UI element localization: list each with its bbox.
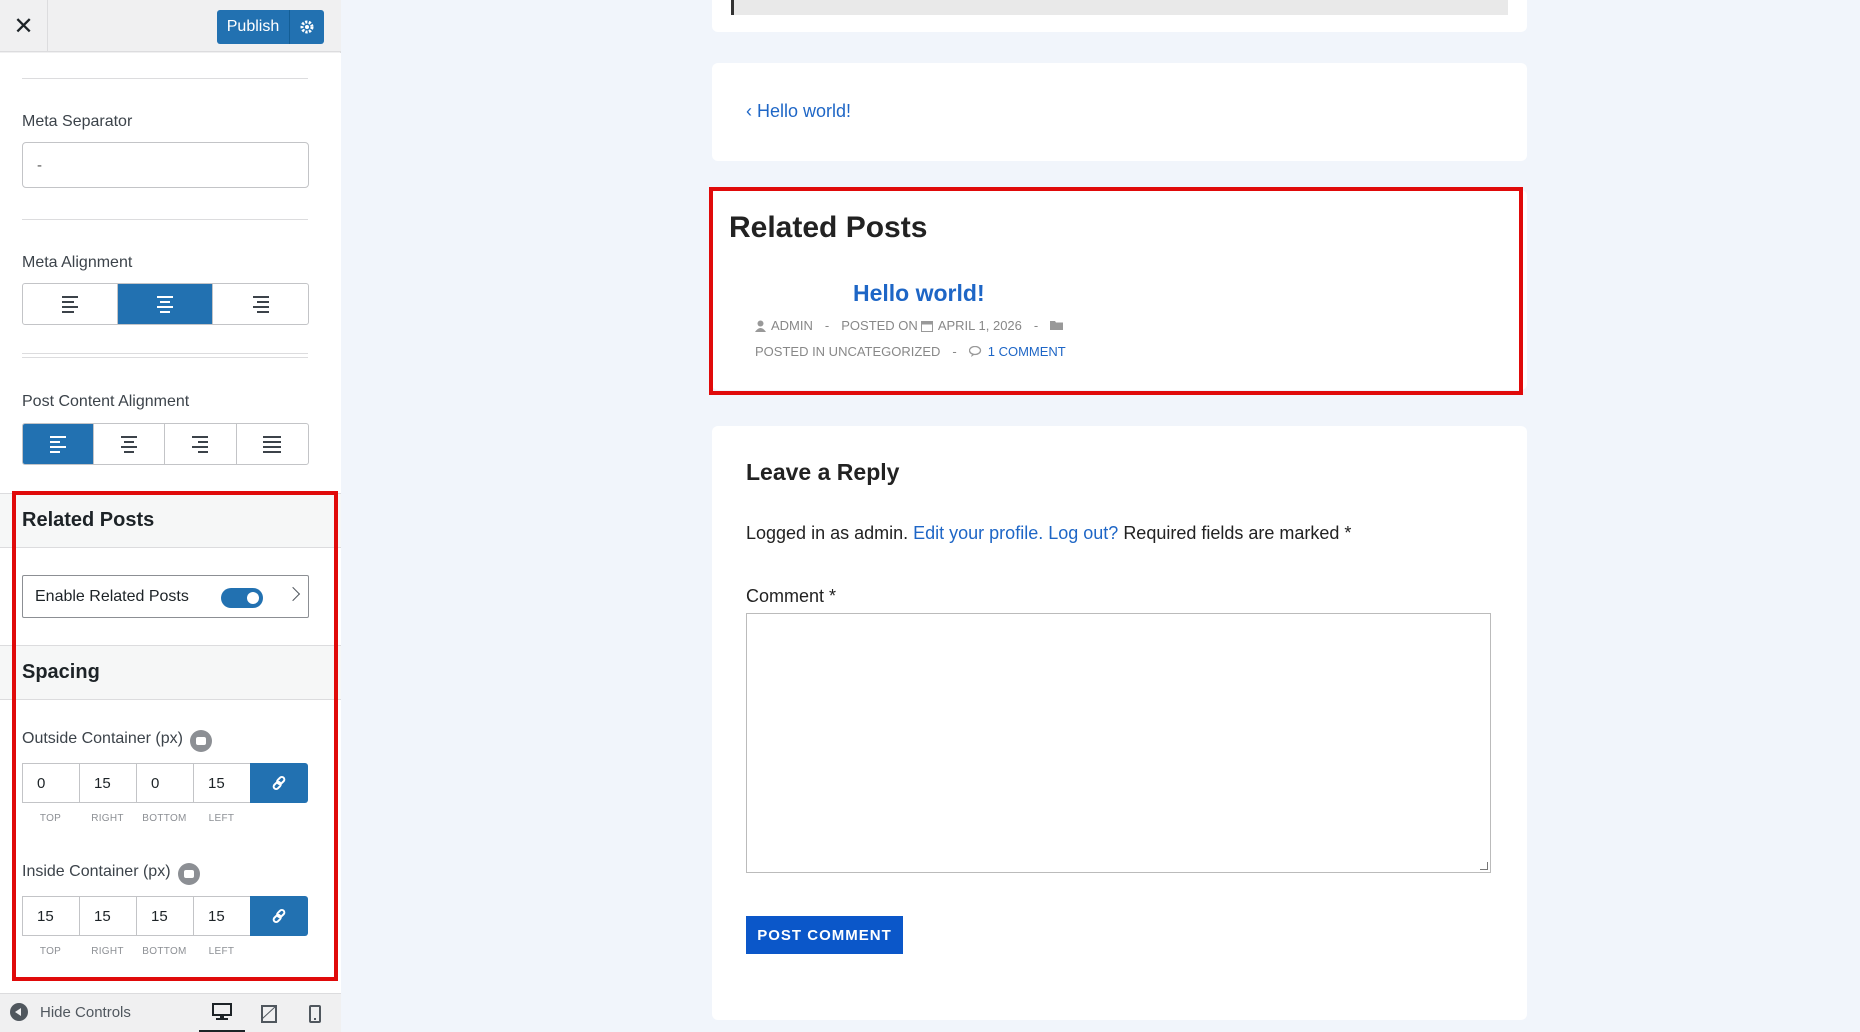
outside-dimension-labels: TOP RIGHT BOTTOM LEFT — [22, 813, 250, 824]
divider — [22, 219, 308, 220]
outside-container-label: Outside Container (px) — [22, 730, 183, 747]
dim-label-right: RIGHT — [91, 946, 124, 957]
align-justify-icon — [263, 435, 282, 453]
link-values-icon[interactable] — [250, 896, 308, 936]
related-post-meta-line-2: POSTED IN UNCATEGORIZED - 1 COMMENT — [755, 344, 1066, 359]
dim-label-left: LEFT — [208, 813, 235, 824]
content-align-center-button[interactable] — [94, 424, 165, 464]
content-align-right-button[interactable] — [165, 424, 237, 464]
controls-pane[interactable]: Meta Separator - Meta Alignment Post Con… — [0, 53, 341, 993]
customizer-topbar: ✕ Publish — [0, 0, 341, 52]
align-left-icon — [62, 295, 78, 313]
align-left-icon — [49, 435, 66, 453]
hide-controls-label: Hide Controls — [40, 1003, 131, 1021]
align-center-icon — [157, 295, 173, 313]
comments-link[interactable]: 1 COMMENT — [988, 344, 1066, 359]
align-right-icon — [192, 435, 209, 453]
meta-align-left-button[interactable] — [23, 284, 118, 324]
align-right-icon — [252, 295, 269, 313]
divider — [22, 353, 308, 354]
inside-left-input[interactable]: 15 — [193, 896, 250, 936]
meta-separator-label: Meta Separator — [22, 113, 133, 130]
outside-left-input[interactable]: 15 — [193, 763, 250, 803]
resize-handle-icon[interactable] — [1480, 862, 1488, 870]
posted-in-category[interactable]: POSTED IN UNCATEGORIZED — [755, 344, 940, 359]
dim-label-left: LEFT — [208, 946, 235, 957]
leave-reply-heading: Leave a Reply — [746, 459, 900, 485]
outside-right-input[interactable]: 15 — [79, 763, 136, 803]
outside-bottom-input[interactable]: 0 — [136, 763, 193, 803]
desktop-icon[interactable] — [199, 994, 245, 1032]
chevron-right-icon[interactable] — [285, 586, 301, 602]
inside-bottom-input[interactable]: 15 — [136, 896, 193, 936]
enable-related-posts-toggle[interactable] — [221, 588, 263, 608]
inside-dimension-labels: TOP RIGHT BOTTOM LEFT — [22, 946, 250, 957]
content-align-left-button[interactable] — [23, 424, 94, 464]
meta-separator: - — [824, 318, 830, 333]
enable-related-posts-label: Enable Related Posts — [35, 587, 189, 605]
divider — [22, 78, 308, 79]
user-icon — [755, 320, 766, 332]
outside-container-dimensions: 0 15 0 15 — [22, 763, 309, 803]
dim-label-bottom: BOTTOM — [142, 946, 187, 957]
align-center-icon — [120, 435, 137, 453]
inside-right-input[interactable]: 15 — [79, 896, 136, 936]
related-posts-heading: Related Posts — [729, 211, 928, 244]
tablet-icon[interactable] — [246, 994, 292, 1032]
meta-align-center-button[interactable] — [118, 284, 213, 324]
logged-in-notice: Logged in as admin. Edit your profile. L… — [746, 523, 1351, 544]
meta-separator-input[interactable]: - — [22, 142, 309, 188]
gear-icon[interactable] — [290, 10, 324, 44]
related-post-title-link[interactable]: Hello world! — [853, 280, 985, 307]
dim-label-bottom: BOTTOM — [142, 813, 187, 824]
content-align-justify-button[interactable] — [237, 424, 309, 464]
post-content-alignment-label: Post Content Alignment — [22, 393, 190, 410]
post-author[interactable]: ADMIN — [771, 318, 813, 333]
customizer-footer: Hide Controls — [0, 993, 341, 1032]
divider — [22, 357, 308, 358]
post-content-alignment-group — [22, 423, 309, 465]
device-info-icon[interactable] — [178, 863, 200, 885]
publish-group: Publish — [217, 10, 324, 44]
related-post-meta-line-1: ADMIN - POSTED ON APRIL 1, 2026 - — [755, 318, 1064, 333]
toggle-knob — [247, 592, 259, 604]
edit-profile-link[interactable]: Edit your profile. — [913, 523, 1043, 543]
link-values-icon[interactable] — [250, 763, 308, 803]
meta-separator: - — [952, 344, 957, 359]
hide-controls-button[interactable]: Hide Controls — [10, 1003, 131, 1021]
comment-textarea[interactable] — [746, 613, 1491, 873]
outside-top-input[interactable]: 0 — [22, 763, 79, 803]
inside-container-label: Inside Container (px) — [22, 863, 171, 880]
close-icon[interactable]: ✕ — [0, 0, 48, 52]
meta-align-right-button[interactable] — [213, 284, 308, 324]
content-strip — [731, 0, 1508, 15]
publish-button[interactable]: Publish — [217, 10, 290, 44]
folder-icon — [1050, 321, 1064, 330]
customizer-sidebar: ✕ Publish Meta Separator - Meta Alignmen… — [0, 0, 341, 1032]
meta-alignment-label: Meta Alignment — [22, 254, 133, 271]
meta-separator: - — [1033, 318, 1039, 333]
comment-label: Comment * — [746, 586, 837, 606]
dim-label-right: RIGHT — [91, 813, 124, 824]
enable-related-posts-row[interactable]: Enable Related Posts — [22, 575, 309, 618]
log-out-link[interactable]: Log out? — [1048, 523, 1118, 543]
inside-container-dimensions: 15 15 15 15 — [22, 896, 309, 936]
collapse-icon — [10, 1003, 28, 1021]
dim-label-top: TOP — [39, 813, 62, 824]
logged-in-text: Logged in as admin. — [746, 523, 909, 543]
meta-alignment-group — [22, 283, 309, 325]
posted-on-label: POSTED ON — [841, 318, 918, 333]
required-fields-note: Required fields are marked * — [1123, 523, 1352, 543]
dim-label-top: TOP — [39, 946, 62, 957]
inside-top-input[interactable]: 15 — [22, 896, 79, 936]
previous-post-link[interactable]: ‹ Hello world! — [746, 101, 851, 122]
device-info-icon[interactable] — [190, 730, 212, 752]
post-date[interactable]: APRIL 1, 2026 — [938, 318, 1022, 333]
mobile-icon[interactable] — [292, 994, 338, 1032]
comments-icon — [968, 346, 981, 357]
calendar-icon — [920, 320, 933, 332]
spacing-section-title[interactable]: Spacing — [0, 645, 341, 700]
post-comment-button[interactable]: POST COMMENT — [746, 916, 903, 954]
related-posts-section-title[interactable]: Related Posts — [0, 493, 341, 548]
